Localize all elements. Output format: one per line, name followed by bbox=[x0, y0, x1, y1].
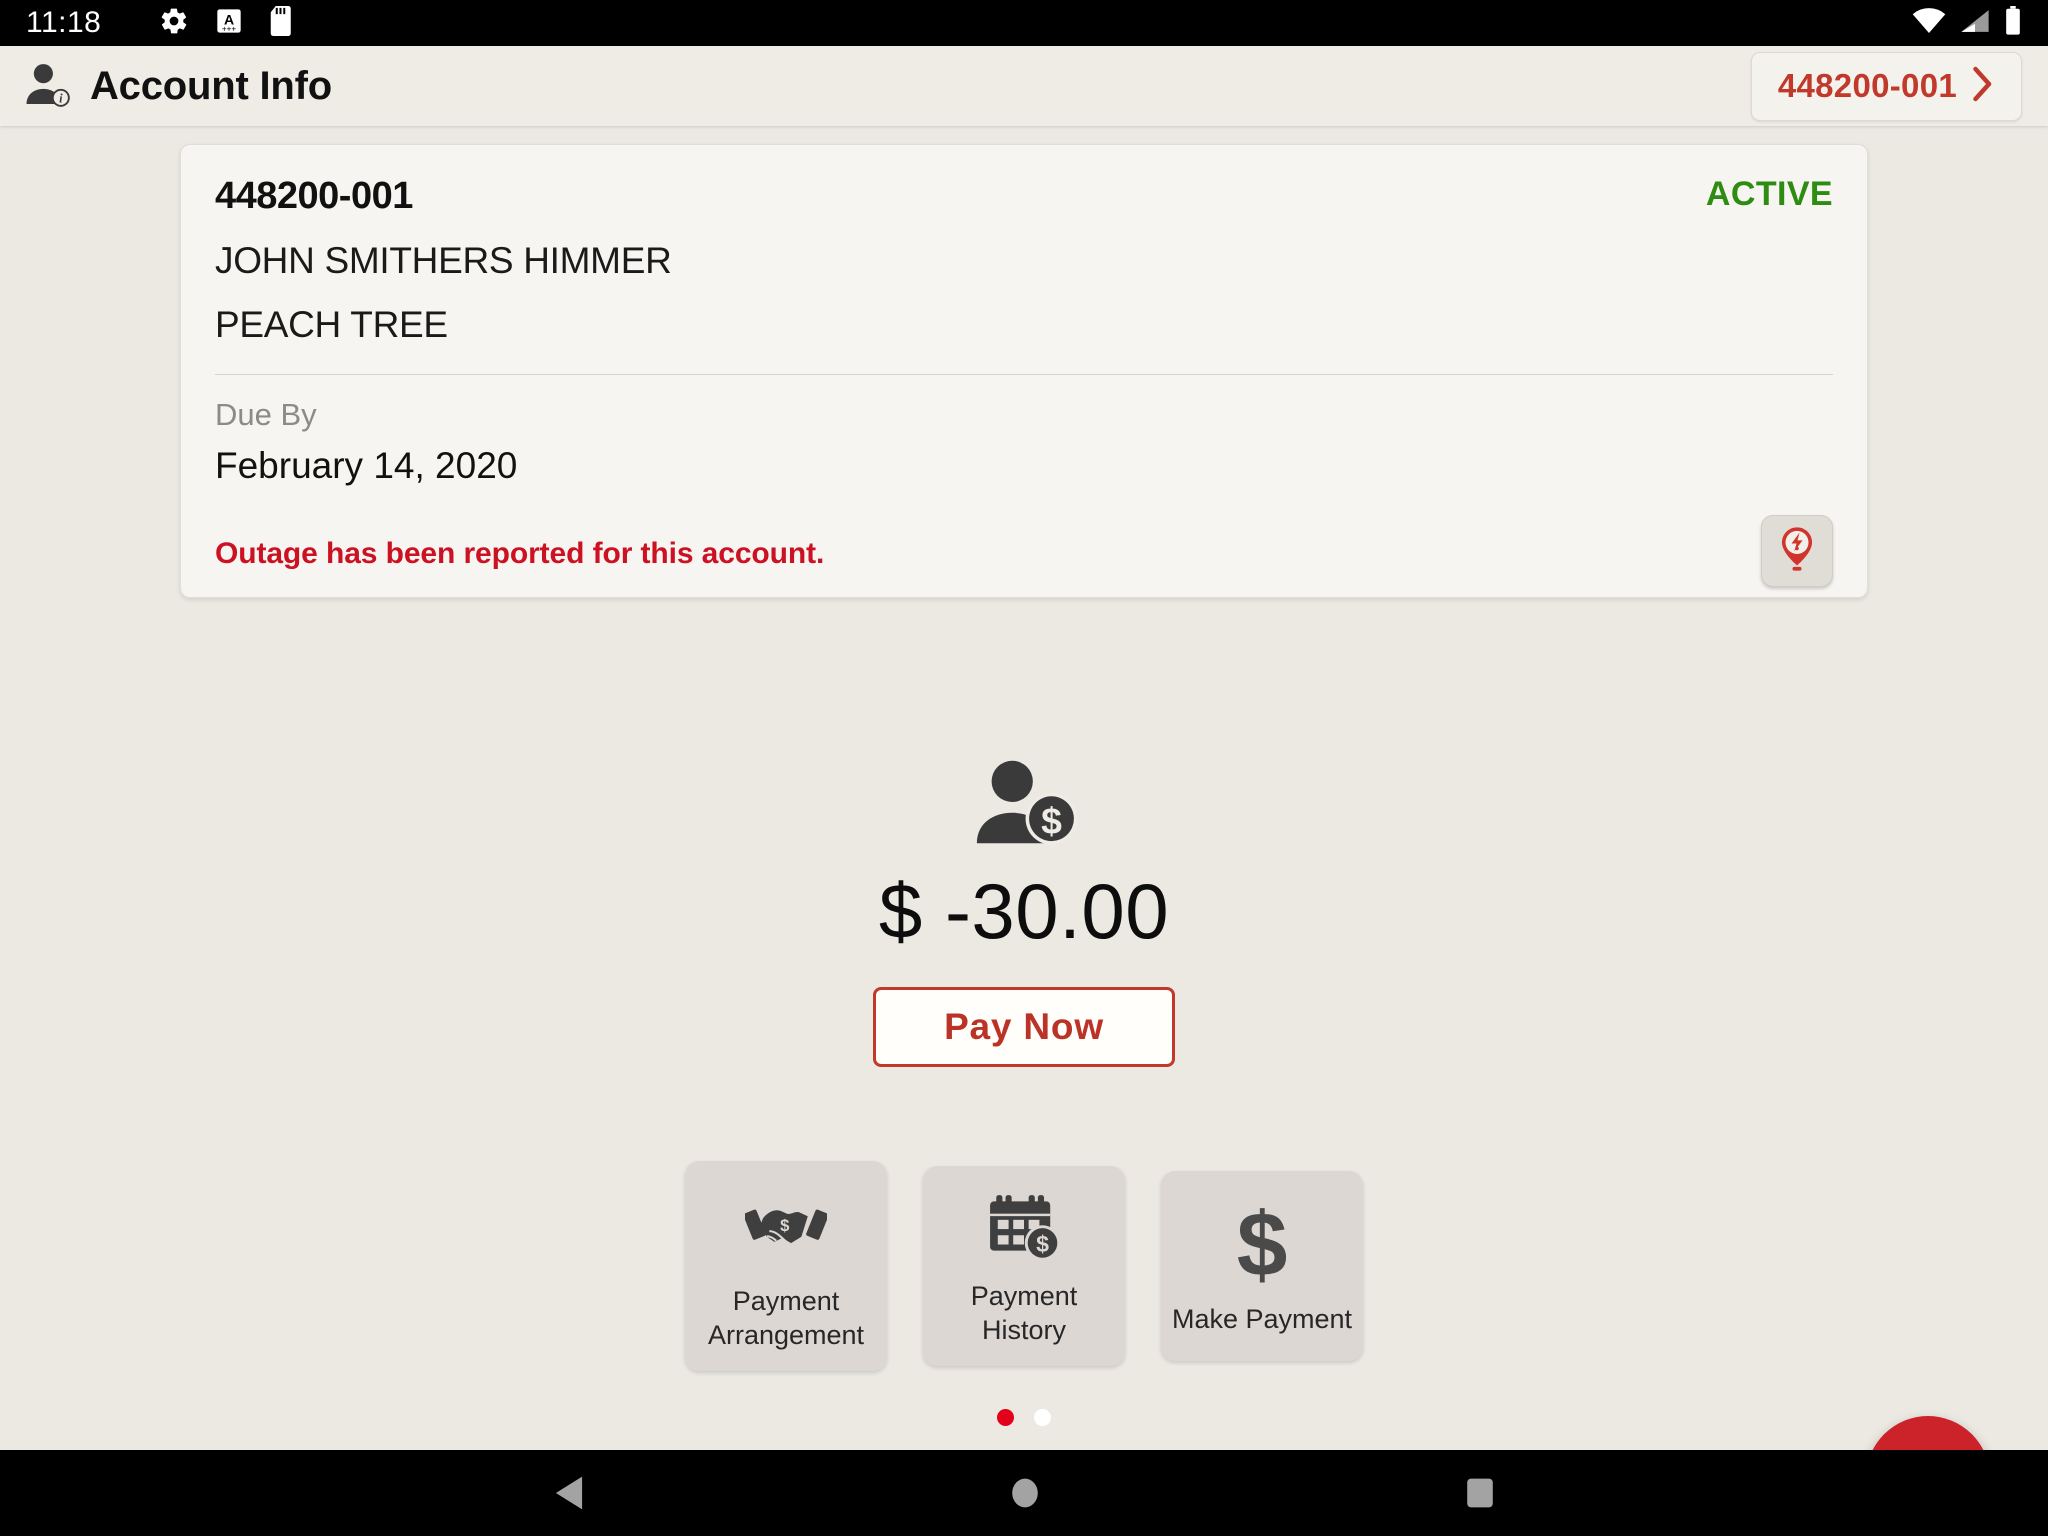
svg-text:$: $ bbox=[1036, 1232, 1049, 1258]
app-screen: 11:18 A +++ i Account Info 448200-001 44… bbox=[0, 0, 2048, 1536]
svg-text:i: i bbox=[59, 91, 63, 105]
tile-payment-history[interactable]: $ Payment History bbox=[923, 1166, 1125, 1366]
svg-text:+++: +++ bbox=[222, 24, 237, 33]
card-divider bbox=[215, 374, 1833, 375]
balance-amount: $ -30.00 bbox=[878, 867, 1170, 955]
account-info-icon: i bbox=[22, 59, 76, 113]
cell-signal-icon bbox=[1960, 8, 1990, 39]
tile-line2: Arrangement bbox=[707, 1320, 865, 1351]
status-badge: ACTIVE bbox=[1705, 175, 1833, 213]
wifi-icon bbox=[1912, 7, 1946, 39]
tile-payment-arrangement[interactable]: $ Payment Arrangement bbox=[685, 1161, 887, 1371]
tile-line1: Payment bbox=[970, 1280, 1078, 1311]
tile-label-payment-arrangement: Payment Arrangement bbox=[708, 1284, 864, 1353]
quick-actions: $ Payment Arrangement $ Payment History … bbox=[0, 1161, 2048, 1371]
tile-label-payment-history: Payment History bbox=[971, 1279, 1078, 1348]
customer-name: JOHN SMITHERS HIMMER bbox=[215, 240, 672, 281]
tile-line1: Payment bbox=[732, 1285, 840, 1316]
sd-card-icon bbox=[269, 5, 295, 41]
svg-text:$: $ bbox=[1237, 1202, 1288, 1286]
balance-section: $ $ -30.00 Pay Now bbox=[0, 756, 2048, 1067]
customer-balance-icon: $ bbox=[969, 756, 1079, 848]
tile-line2: History bbox=[981, 1315, 1066, 1346]
settings-gear-icon bbox=[159, 6, 189, 41]
page-title: Account Info bbox=[90, 63, 333, 108]
account-card-header: 448200-001 ACTIVE bbox=[215, 175, 1833, 218]
outage-pin-icon bbox=[1775, 525, 1819, 578]
tile-make-payment[interactable]: $ Make Payment bbox=[1161, 1171, 1363, 1361]
svg-text:$: $ bbox=[780, 1217, 790, 1236]
account-selector-button[interactable]: 448200-001 bbox=[1750, 51, 2022, 121]
status-bar-clock: 11:18 bbox=[26, 6, 102, 39]
handshake-dollar-icon: $ bbox=[745, 1183, 827, 1270]
pager-dot-active[interactable] bbox=[997, 1409, 1014, 1426]
battery-icon bbox=[2004, 5, 2022, 41]
due-by-date: February 14, 2020 bbox=[215, 445, 518, 486]
due-by-label: Due By bbox=[215, 397, 317, 432]
system-nav-bar bbox=[0, 1450, 2048, 1536]
main-content: 448200-001 ACTIVE JOHN SMITHERS HIMMER P… bbox=[0, 126, 2048, 1450]
pay-now-button[interactable]: Pay Now bbox=[873, 987, 1175, 1067]
chevron-right-icon bbox=[1971, 66, 1995, 107]
contacts-icon bbox=[1899, 1450, 1957, 1451]
recents-square-icon[interactable] bbox=[1464, 1475, 1496, 1511]
status-bar-left: 11:18 A +++ bbox=[26, 5, 295, 41]
pager-dot-inactive[interactable] bbox=[1034, 1409, 1051, 1426]
status-bar: 11:18 A +++ bbox=[0, 0, 2048, 46]
back-triangle-icon[interactable] bbox=[552, 1475, 586, 1511]
app-bar: i Account Info 448200-001 bbox=[0, 46, 2048, 126]
status-bar-right bbox=[1912, 5, 2022, 41]
account-selector-label: 448200-001 bbox=[1777, 67, 1957, 104]
dollar-sign-icon: $ bbox=[1232, 1200, 1292, 1288]
calendar-dollar-icon: $ bbox=[985, 1188, 1063, 1265]
auto-text-icon: A +++ bbox=[215, 7, 243, 40]
svg-text:$: $ bbox=[1041, 799, 1062, 841]
tile-label-make-payment: Make Payment bbox=[1172, 1302, 1352, 1337]
service-address: PEACH TREE bbox=[215, 304, 448, 345]
home-circle-icon[interactable] bbox=[1009, 1475, 1041, 1511]
pager-dots bbox=[0, 1409, 2048, 1426]
outage-pin-button[interactable] bbox=[1761, 515, 1833, 587]
account-number: 448200-001 bbox=[215, 175, 413, 217]
outage-message: Outage has been reported for this accoun… bbox=[215, 537, 825, 570]
tile-line1: Make Payment bbox=[1171, 1303, 1353, 1334]
outage-row: Outage has been reported for this accoun… bbox=[215, 515, 1833, 587]
account-card[interactable]: 448200-001 ACTIVE JOHN SMITHERS HIMMER P… bbox=[180, 144, 1868, 598]
